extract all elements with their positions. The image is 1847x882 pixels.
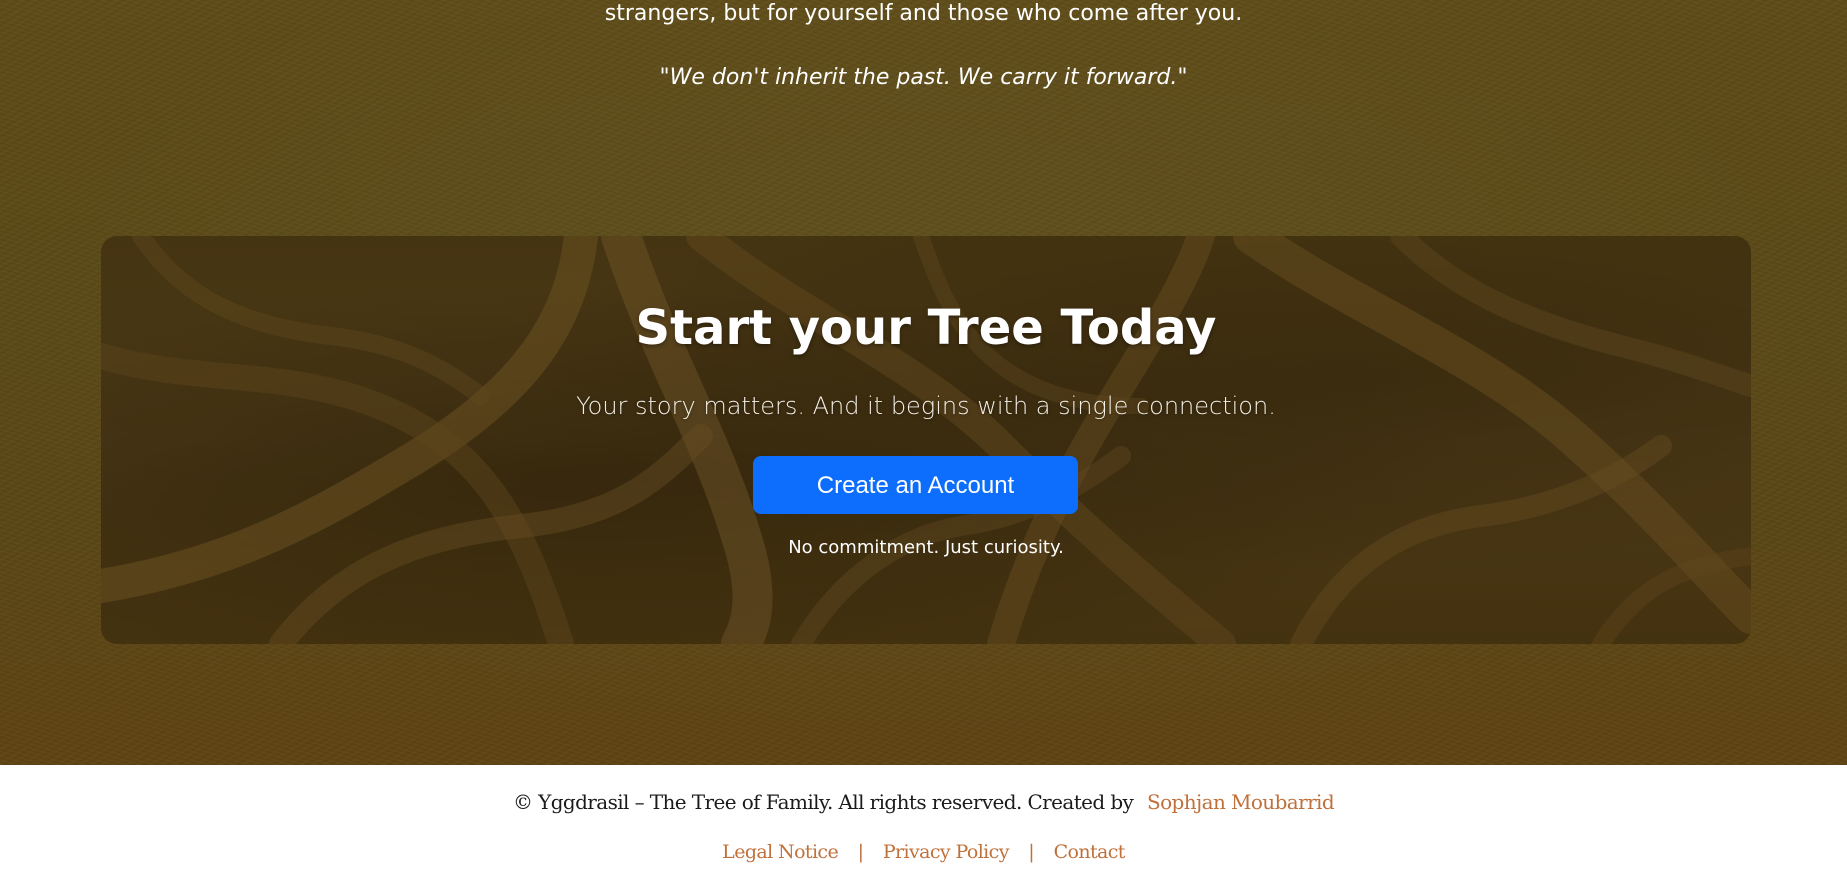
hero-section: strangers, but for yourself and those wh… (0, 0, 1847, 765)
author-link[interactable]: Sophjan Moubarrid (1147, 790, 1335, 814)
separator: | (857, 841, 864, 863)
copyright-text: © Yggdrasil – The Tree of Family. All ri… (512, 790, 1134, 814)
footer-copyright-line: © Yggdrasil – The Tree of Family. All ri… (0, 787, 1847, 817)
cta-overlay (101, 236, 1751, 644)
privacy-policy-link[interactable]: Privacy Policy (883, 841, 1010, 863)
cta-card: Start your Tree Today Your story matters… (101, 236, 1751, 644)
separator: | (1028, 841, 1035, 863)
legal-notice-link[interactable]: Legal Notice (722, 841, 839, 863)
contact-link[interactable]: Contact (1054, 841, 1126, 863)
hero-quote: "We don't inherit the past. We carry it … (659, 65, 1188, 90)
intro-text: strangers, but for yourself and those wh… (604, 1, 1243, 26)
footer-links: Legal Notice | Privacy Policy | Contact (0, 838, 1847, 866)
cta-title: Start your Tree Today (635, 300, 1217, 356)
cta-note: No commitment. Just curiosity. (788, 537, 1064, 558)
cta-subtitle: Your story matters. And it begins with a… (576, 392, 1276, 420)
create-account-button[interactable]: Create an Account (753, 456, 1078, 514)
footer: © Yggdrasil – The Tree of Family. All ri… (0, 765, 1847, 882)
